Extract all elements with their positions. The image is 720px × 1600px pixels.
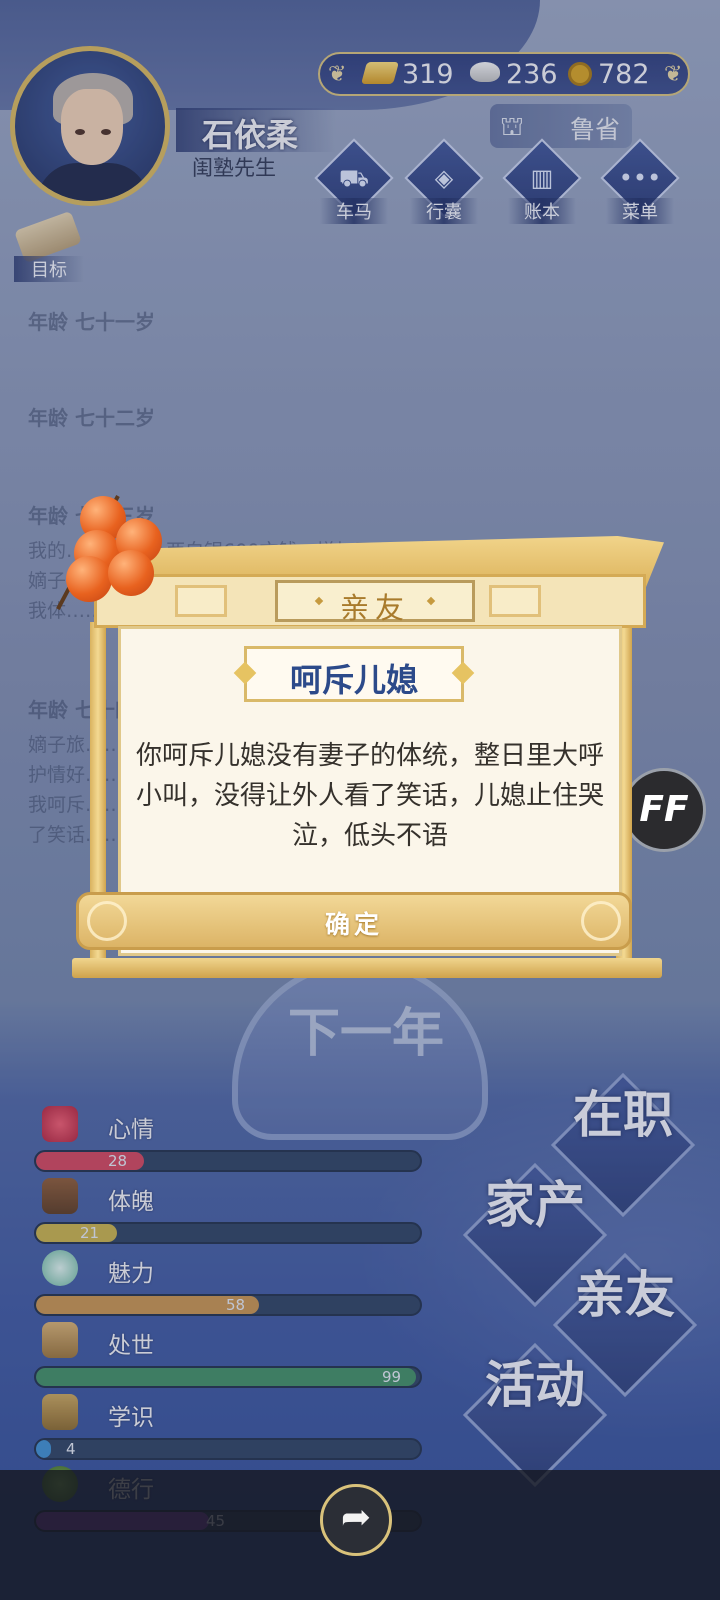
dialog-category-tag: 亲友 xyxy=(275,580,475,625)
confirm-button[interactable]: 确定 xyxy=(76,892,632,950)
dialog-category: 亲友 xyxy=(339,591,410,625)
share-button[interactable]: ➦ xyxy=(320,1484,392,1556)
share-icon: ➦ xyxy=(340,1497,372,1538)
confirm-label: 确定 xyxy=(324,910,383,939)
dialog-base xyxy=(72,958,662,978)
event-description: 你呵斥儿媳没有妻子的体统，整日里大呼小叫，没得让外人看了笑话，儿媳止住哭泣，低头… xyxy=(135,741,604,851)
event-title: 呵斥儿媳 xyxy=(289,661,418,699)
candied-hawthorn-icon xyxy=(56,486,178,626)
event-title-box: 呵斥儿媳 xyxy=(233,646,475,702)
cloud-ornament-icon xyxy=(581,901,621,941)
